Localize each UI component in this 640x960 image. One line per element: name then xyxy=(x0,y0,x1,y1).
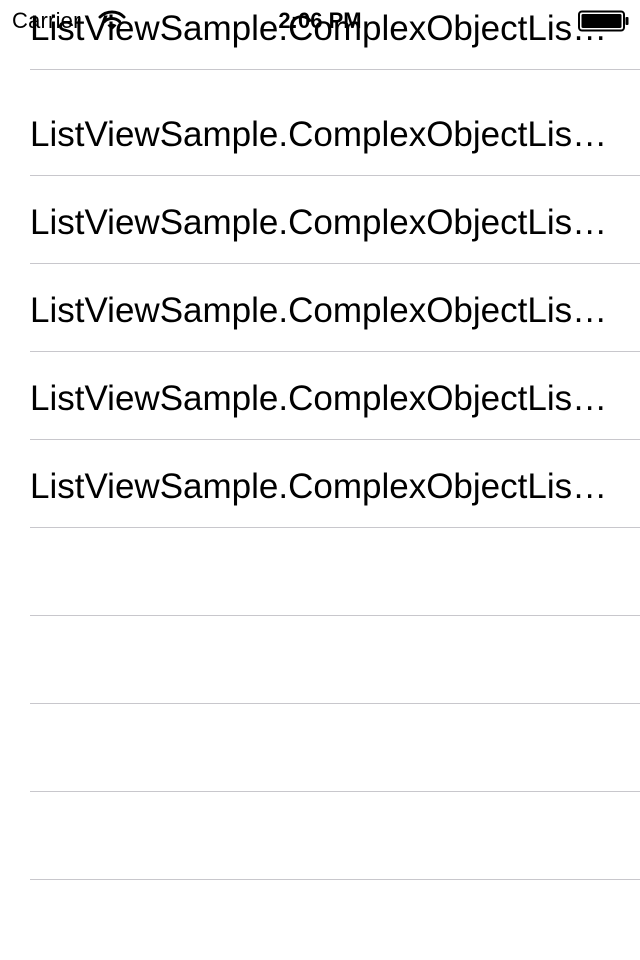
list-item-label: ListViewSample.ComplexObjectListViewPage… xyxy=(30,291,610,330)
list-item[interactable]: ListViewSample.ComplexObjectListViewPage… xyxy=(0,88,640,176)
list-item-empty[interactable] xyxy=(0,704,640,792)
list-item[interactable]: ListViewSample.ComplexObjectListViewPage… xyxy=(0,264,640,352)
row-separator xyxy=(30,69,640,70)
list-item-label: ListViewSample.ComplexObjectListViewPage… xyxy=(30,379,610,418)
list-view[interactable]: ListViewSample.ComplexObjectListViewPage… xyxy=(0,0,640,960)
row-separator xyxy=(30,879,640,880)
list-item-empty[interactable] xyxy=(0,792,640,880)
list-item-label: ListViewSample.ComplexObjectListViewPage… xyxy=(30,467,610,506)
list-item-label: ListViewSample.ComplexObjectListViewPage… xyxy=(30,115,610,154)
list-item[interactable]: ListViewSample.ComplexObjectListViewPage… xyxy=(0,352,640,440)
list-item-label: ListViewSample.ComplexObjectListViewPage… xyxy=(30,203,610,242)
screen: ListViewSample.ComplexObjectListViewPage… xyxy=(0,0,640,960)
status-bar: Carrier 2:06 PM xyxy=(0,0,640,40)
list-item-empty[interactable] xyxy=(0,528,640,616)
list-item[interactable]: ListViewSample.ComplexObjectListViewPage… xyxy=(0,440,640,528)
battery-icon xyxy=(578,10,629,32)
list-item-empty[interactable] xyxy=(0,616,640,704)
list-item[interactable]: ListViewSample.ComplexObjectListViewPage… xyxy=(0,176,640,264)
status-time: 2:06 PM xyxy=(278,8,362,33)
